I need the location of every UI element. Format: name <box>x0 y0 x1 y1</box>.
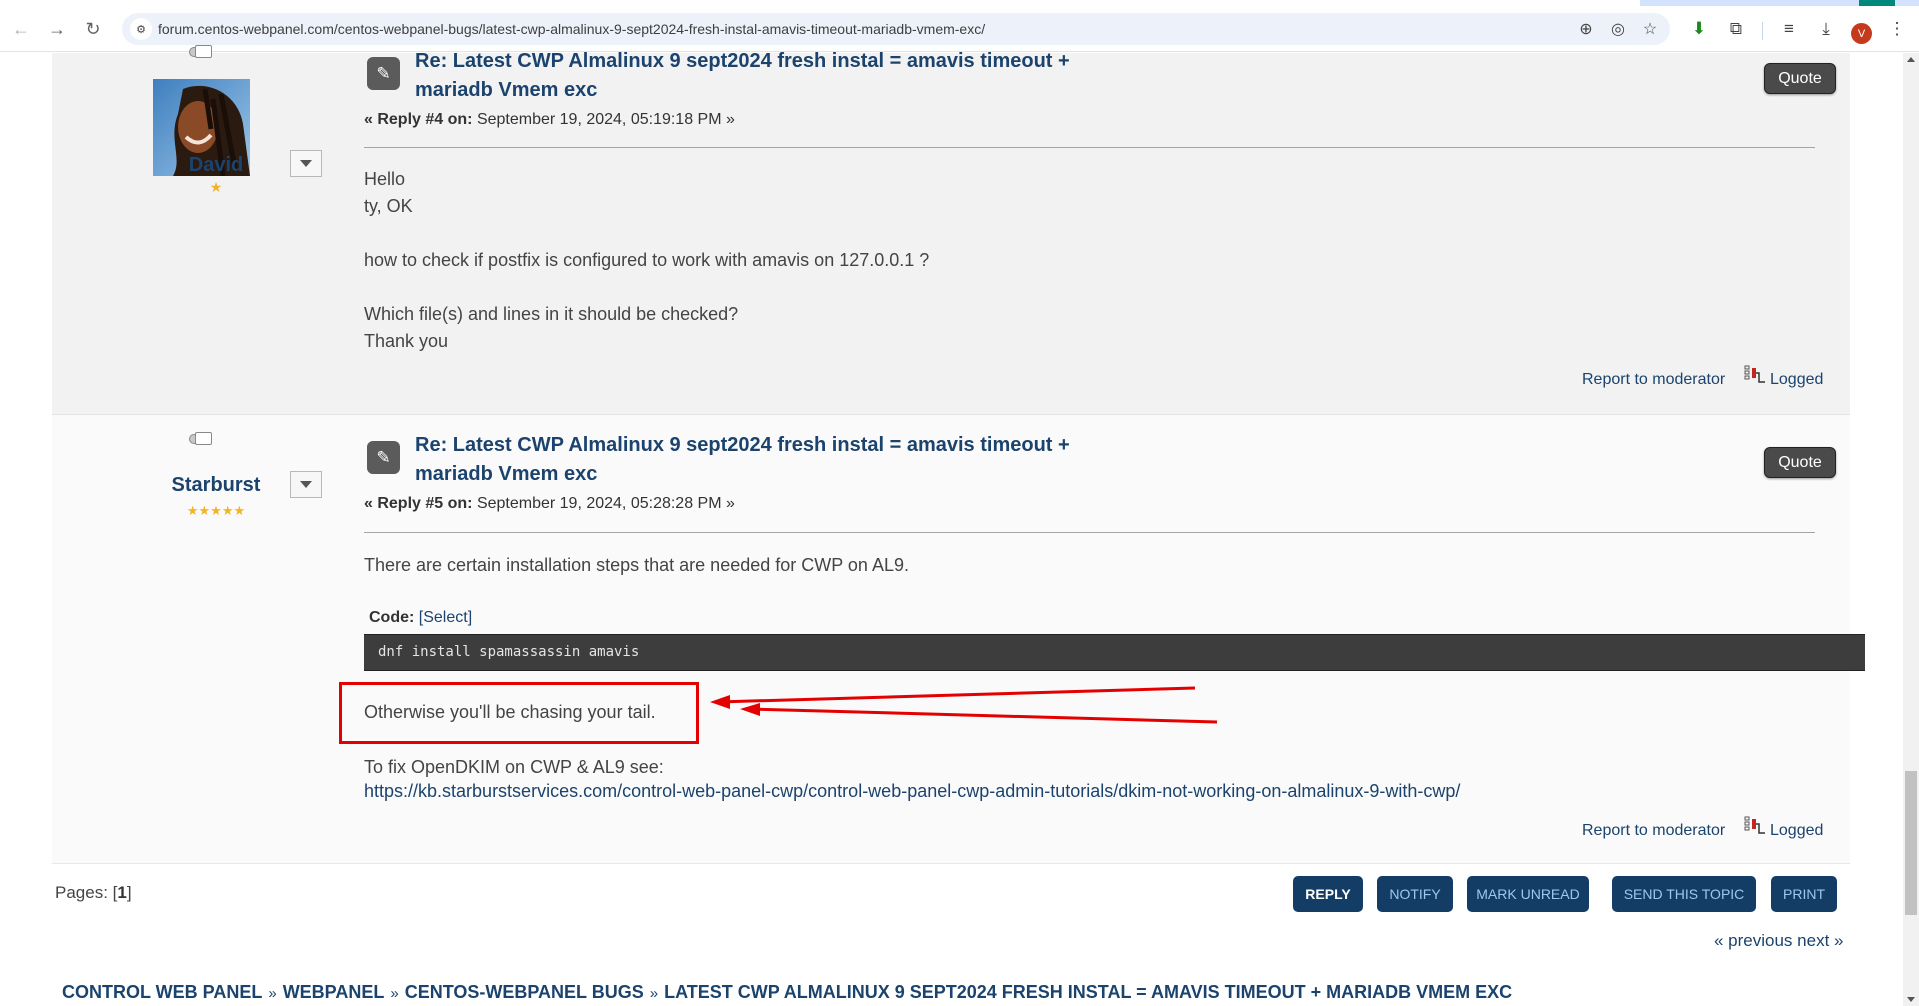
scroll-down-arrow-icon[interactable] <box>1907 997 1915 1002</box>
media-control-icon[interactable]: ≡ <box>1778 18 1800 40</box>
user-menu-dropdown[interactable] <box>290 471 322 498</box>
browser-toolbar: ← → ↻ ⚙ forum.centos-webpanel.com/centos… <box>0 6 1919 52</box>
site-info-icon[interactable]: ⚙ <box>130 18 152 40</box>
eye-off-icon[interactable]: ◎ <box>1608 19 1628 39</box>
scroll-up-arrow-icon[interactable] <box>1907 57 1915 62</box>
breadcrumb-item[interactable]: WEBPANEL <box>283 982 385 1002</box>
download-arrow-extension-icon[interactable]: ⬇ <box>1688 18 1710 40</box>
logged-indicator: Logged <box>1744 365 1824 391</box>
post-title[interactable]: Re: Latest CWP Almalinux 9 sept2024 fres… <box>415 47 1135 105</box>
post-body: Hello ty, OK how to check if postfix is … <box>364 166 929 355</box>
extensions-icon[interactable]: ⧉ <box>1725 18 1747 40</box>
star-icon[interactable]: ☆ <box>1640 19 1660 39</box>
rank-stars: ★ <box>209 179 223 195</box>
breadcrumb-item[interactable]: LATEST CWP ALMALINUX 9 SEPT2024 FRESH IN… <box>664 982 1512 1002</box>
code-label: Code: <box>369 609 415 626</box>
divider <box>364 532 1815 533</box>
post-intro: There are certain installation steps tha… <box>364 555 909 575</box>
body-line: Hello <box>364 169 406 189</box>
previous-next-links[interactable]: « previous next » <box>1714 931 1843 951</box>
logged-indicator: Logged <box>1744 816 1824 842</box>
code-select-link[interactable]: [Select] <box>419 609 472 626</box>
breadcrumb-separator: » <box>268 985 277 1002</box>
reload-icon[interactable]: ↻ <box>80 16 106 42</box>
breadcrumb-separator: » <box>390 985 399 1002</box>
code-header: Code: [Select] <box>369 609 472 627</box>
scrollbar-thumb[interactable] <box>1905 771 1917 915</box>
body-line: ty, OK <box>364 196 413 216</box>
offline-status-icon <box>189 45 213 58</box>
page-link-current[interactable]: 1 <box>117 883 126 902</box>
pagination: Pages: [1] <box>55 883 132 902</box>
quote-button[interactable]: Quote <box>1764 447 1836 478</box>
logged-label: Logged <box>1770 371 1824 388</box>
breadcrumb-item[interactable]: CONTROL WEB PANEL <box>62 982 262 1002</box>
reply-number[interactable]: « Reply #4 on: <box>364 111 472 128</box>
pencil-icon: ✎ <box>367 441 400 474</box>
chevron-down-icon <box>300 481 312 488</box>
logged-label: Logged <box>1770 822 1824 839</box>
author-name[interactable]: Starburst <box>116 474 316 497</box>
breadcrumb: CONTROL WEB PANEL » WEBPANEL » CENTOS-WEBPAN… <box>62 982 1512 1003</box>
print-button[interactable]: PRINT <box>1771 876 1837 912</box>
forum-post: Starburst ★★★★★ ✎ Re: Latest CWP Almalin… <box>52 415 1865 864</box>
notify-button[interactable]: NOTIFY <box>1377 876 1453 912</box>
forum-post: David ★ ✎ Re: Latest CWP Almalinux 9 sep… <box>52 45 1850 415</box>
reply-button[interactable]: REPLY <box>1293 876 1363 912</box>
body-line: how to check if postfix is configured to… <box>364 250 930 270</box>
reply-meta: « Reply #4 on: September 19, 2024, 05:19… <box>364 111 735 129</box>
dkim-link[interactable]: https://kb.starburstservices.com/control… <box>364 781 1460 802</box>
zoom-icon[interactable]: ⊕ <box>1576 19 1596 39</box>
body-line: Which file(s) and lines in it should be … <box>364 304 739 324</box>
reply-meta: « Reply #5 on: September 19, 2024, 05:28… <box>364 495 735 513</box>
mark-unread-button[interactable]: MARK UNREAD <box>1467 876 1589 912</box>
page-content: David ★ ✎ Re: Latest CWP Almalinux 9 sep… <box>0 45 1903 1006</box>
post-title[interactable]: Re: Latest CWP Almalinux 9 sept2024 fres… <box>415 431 1135 489</box>
toolbar-divider <box>1762 22 1763 40</box>
address-bar[interactable]: ⚙ forum.centos-webpanel.com/centos-webpa… <box>122 13 1670 45</box>
send-this-topic-button[interactable]: SEND THIS TOPIC <box>1612 876 1756 912</box>
pages-label: Pages: <box>55 883 108 902</box>
vertical-scrollbar[interactable] <box>1903 53 1919 1006</box>
breadcrumb-item[interactable]: CENTOS-WEBPANEL BUGS <box>405 982 644 1002</box>
pencil-icon: ✎ <box>367 57 400 90</box>
annotation-highlight-box <box>339 682 699 744</box>
rank-stars: ★★★★★ <box>186 503 246 518</box>
ip-logged-icon <box>1744 365 1766 385</box>
body-line: Thank you <box>364 331 449 351</box>
dkim-text: To fix OpenDKIM on CWP & AL9 see: <box>364 757 664 777</box>
downloads-icon[interactable]: ⤓ <box>1815 18 1837 40</box>
url-text[interactable]: forum.centos-webpanel.com/centos-webpane… <box>158 21 985 37</box>
chevron-down-icon <box>300 160 312 167</box>
forward-icon[interactable]: → <box>44 16 70 42</box>
menu-icon[interactable]: ⋮ <box>1886 18 1908 40</box>
report-to-moderator-link[interactable]: Report to moderator <box>1582 371 1725 389</box>
offline-status-icon <box>189 432 213 445</box>
reply-date: September 19, 2024, 05:28:28 PM » <box>476 495 735 512</box>
user-menu-dropdown[interactable] <box>290 150 322 177</box>
quote-button[interactable]: Quote <box>1764 63 1836 94</box>
code-block[interactable]: dnf install spamassassin amavis <box>364 634 1865 671</box>
reply-number[interactable]: « Reply #5 on: <box>364 495 472 512</box>
divider <box>364 147 1815 148</box>
profile-avatar[interactable]: V <box>1851 23 1872 44</box>
breadcrumb-separator: » <box>649 985 659 1002</box>
author-name[interactable]: David <box>116 154 316 177</box>
ip-logged-icon <box>1744 816 1766 836</box>
report-to-moderator-link[interactable]: Report to moderator <box>1582 822 1725 840</box>
back-icon[interactable]: ← <box>8 16 34 42</box>
reply-date: September 19, 2024, 05:19:18 PM » <box>476 111 735 128</box>
